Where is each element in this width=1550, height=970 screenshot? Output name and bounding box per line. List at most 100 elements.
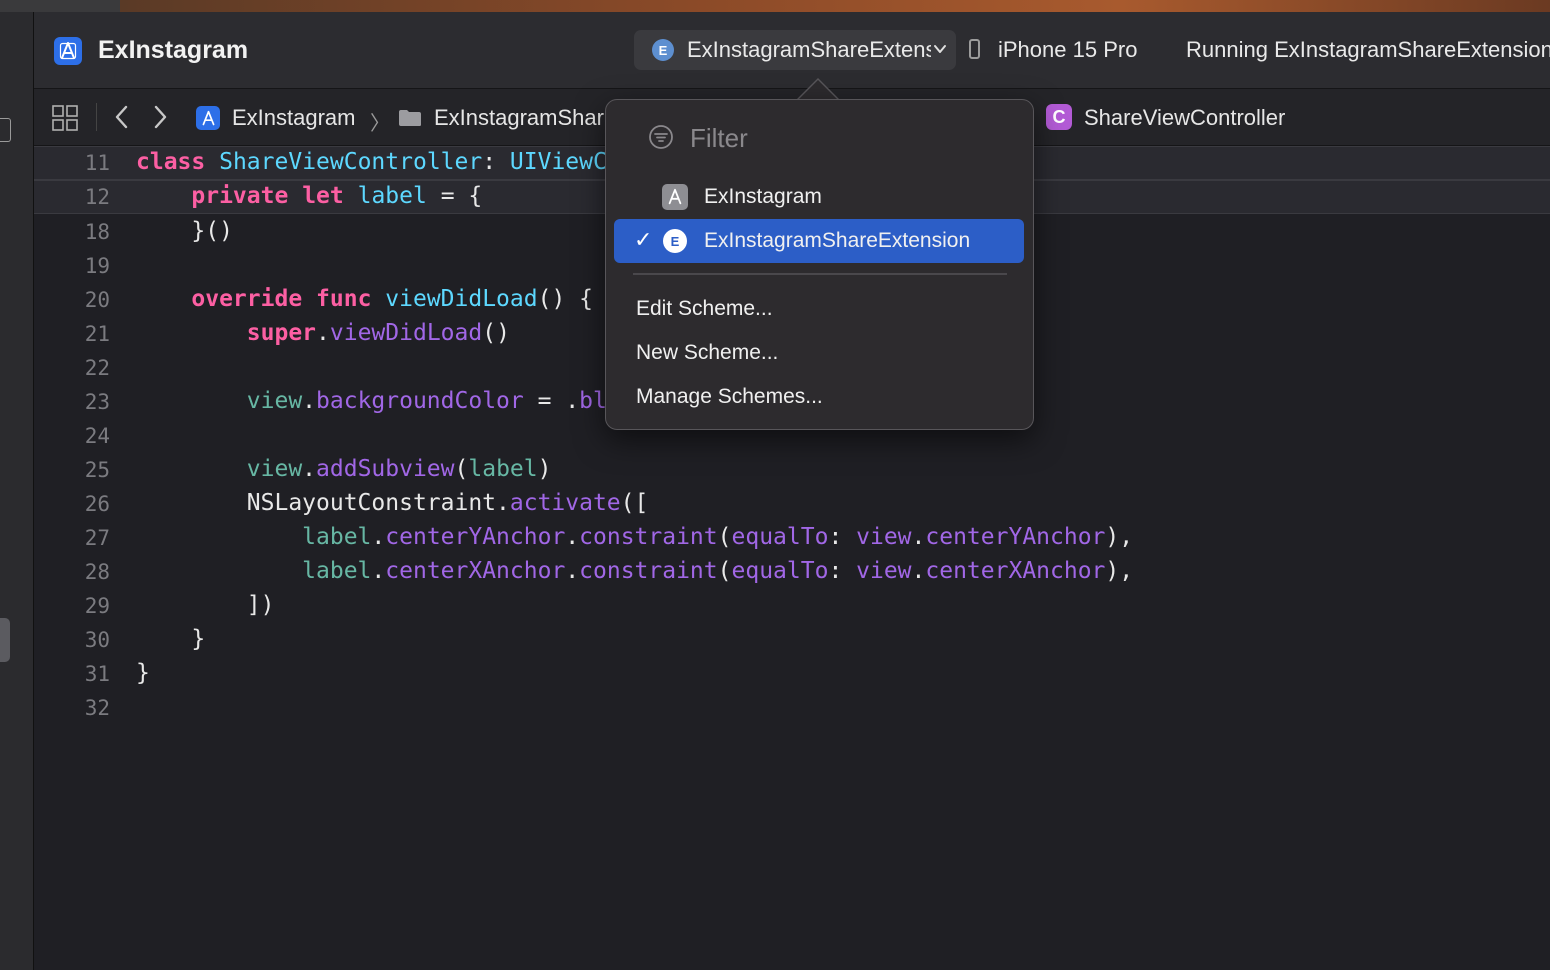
new-scheme-menu-item[interactable]: New Scheme... xyxy=(614,333,1024,373)
line-number: 27 xyxy=(84,526,110,550)
code-token: NSLayoutConstraint. xyxy=(136,490,510,516)
checkmark-icon: ✓ xyxy=(634,227,653,252)
code-text: private let label = { xyxy=(136,183,482,209)
breadcrumb-file[interactable]: ShareViewController xyxy=(1084,105,1285,131)
code-token: ) xyxy=(537,456,552,482)
filter-icon xyxy=(649,125,673,149)
menu-divider xyxy=(633,273,1007,275)
scheme-item-label: ExInstagramShareExtension xyxy=(704,229,971,252)
code-token: : xyxy=(828,558,857,584)
iphone-icon[interactable] xyxy=(969,39,980,59)
code-token: constraint xyxy=(579,558,718,584)
scheme-item-exinstagram[interactable]: ExInstagram xyxy=(614,175,1024,219)
scheme-item-label: ExInstagram xyxy=(704,185,822,208)
xcode-project-icon xyxy=(196,106,220,130)
code-token: class xyxy=(136,149,206,175)
manage-schemes-menu-item[interactable]: Manage Schemes... xyxy=(614,377,1024,417)
code-token: ShareViewController xyxy=(219,149,483,175)
line-number: 21 xyxy=(84,322,110,346)
scheme-item-exinstagramshareextension[interactable]: ✓ E ExInstagramShareExtension xyxy=(614,219,1024,263)
code-token: equalTo xyxy=(731,558,829,584)
code-line[interactable]: 27 label.centerYAnchor.constraint(equalT… xyxy=(34,522,1550,556)
line-number: 31 xyxy=(84,662,110,686)
breadcrumb-separator-icon: 〉 xyxy=(370,113,390,135)
line-number: 29 xyxy=(84,594,110,618)
breadcrumb-group[interactable]: ExInstagramShareExtension xyxy=(434,105,604,131)
code-text: view.addSubview(label) xyxy=(136,456,552,482)
code-token: constraint xyxy=(579,524,718,550)
code-text: }() xyxy=(136,218,233,244)
breadcrumb-project[interactable]: ExInstagram xyxy=(232,105,356,131)
code-token: . xyxy=(565,524,580,550)
code-token: ]) xyxy=(136,592,275,618)
navigator-toggle-icon[interactable] xyxy=(0,118,11,142)
folder-icon xyxy=(399,110,421,126)
code-text: } xyxy=(136,660,150,686)
code-line[interactable]: 26 NSLayoutConstraint.activate([ xyxy=(34,488,1550,522)
code-token: override xyxy=(191,286,303,312)
scheme-selector[interactable]: E ExInstagramShareExtension xyxy=(634,30,956,70)
code-token: viewDidLoad xyxy=(329,320,483,346)
menu-item-label: Manage Schemes... xyxy=(636,385,823,408)
navigator-sidebar-edge xyxy=(0,12,34,970)
code-line[interactable]: 28 label.centerXAnchor.constraint(equalT… xyxy=(34,556,1550,590)
code-token: }() xyxy=(136,218,233,244)
code-token: activate xyxy=(509,490,621,516)
toolbar-divider xyxy=(96,103,97,131)
scheme-filter-input[interactable] xyxy=(688,120,992,156)
app-target-icon xyxy=(662,184,688,210)
code-token: label xyxy=(468,456,538,482)
line-number: 19 xyxy=(84,254,110,278)
code-token: ), xyxy=(1105,558,1134,584)
line-number: 20 xyxy=(84,288,110,312)
code-line[interactable]: 30 } xyxy=(34,624,1550,658)
code-token: super xyxy=(246,320,317,346)
popover-arrow-fill xyxy=(798,80,838,100)
window-toolbar: ExInstagram E ExInstagramShareExtension … xyxy=(34,12,1550,89)
code-line[interactable]: 31} xyxy=(34,658,1550,692)
extension-icon: E xyxy=(663,229,687,253)
code-text: label.centerYAnchor.constraint(equalTo: … xyxy=(136,524,1133,550)
desktop-top-strip xyxy=(0,0,1550,12)
line-number: 25 xyxy=(84,458,110,482)
code-token: . xyxy=(371,524,386,550)
code-token: func xyxy=(316,286,372,312)
xcode-app-icon xyxy=(54,37,82,65)
sidebar-resize-handle[interactable] xyxy=(0,618,10,662)
line-number: 28 xyxy=(84,560,110,584)
code-token: label xyxy=(302,558,372,584)
code-token: . xyxy=(911,524,926,550)
related-items-icon[interactable] xyxy=(51,104,79,132)
back-arrow-icon[interactable] xyxy=(110,103,134,131)
code-token: view xyxy=(246,388,303,414)
code-token: centerXAnchor xyxy=(925,558,1106,584)
project-title: ExInstagram xyxy=(98,36,249,64)
code-token: : xyxy=(482,149,510,175)
code-token: ( xyxy=(717,524,732,550)
desktop-wallpaper xyxy=(120,0,1550,12)
code-line[interactable]: 25 view.addSubview(label) xyxy=(34,454,1550,488)
code-token: addSubview xyxy=(316,456,455,482)
code-line[interactable]: 29 ]) xyxy=(34,590,1550,624)
code-token: label xyxy=(357,183,427,209)
extension-icon: E xyxy=(652,39,674,61)
code-token: let xyxy=(302,183,344,209)
forward-arrow-icon[interactable] xyxy=(148,103,172,131)
code-token: () xyxy=(482,320,510,346)
line-number: 26 xyxy=(84,492,110,516)
code-token: () { xyxy=(537,286,593,312)
edit-scheme-menu-item[interactable]: Edit Scheme... xyxy=(614,289,1024,329)
line-number: 12 xyxy=(84,185,110,209)
code-token: . xyxy=(302,456,317,482)
line-number: 23 xyxy=(84,390,110,414)
code-token: . xyxy=(371,558,386,584)
swift-class-icon: C xyxy=(1046,104,1072,130)
run-destination[interactable]: iPhone 15 Pro xyxy=(998,37,1137,63)
code-token: ( xyxy=(717,558,732,584)
code-line[interactable]: 32 xyxy=(34,692,1550,726)
